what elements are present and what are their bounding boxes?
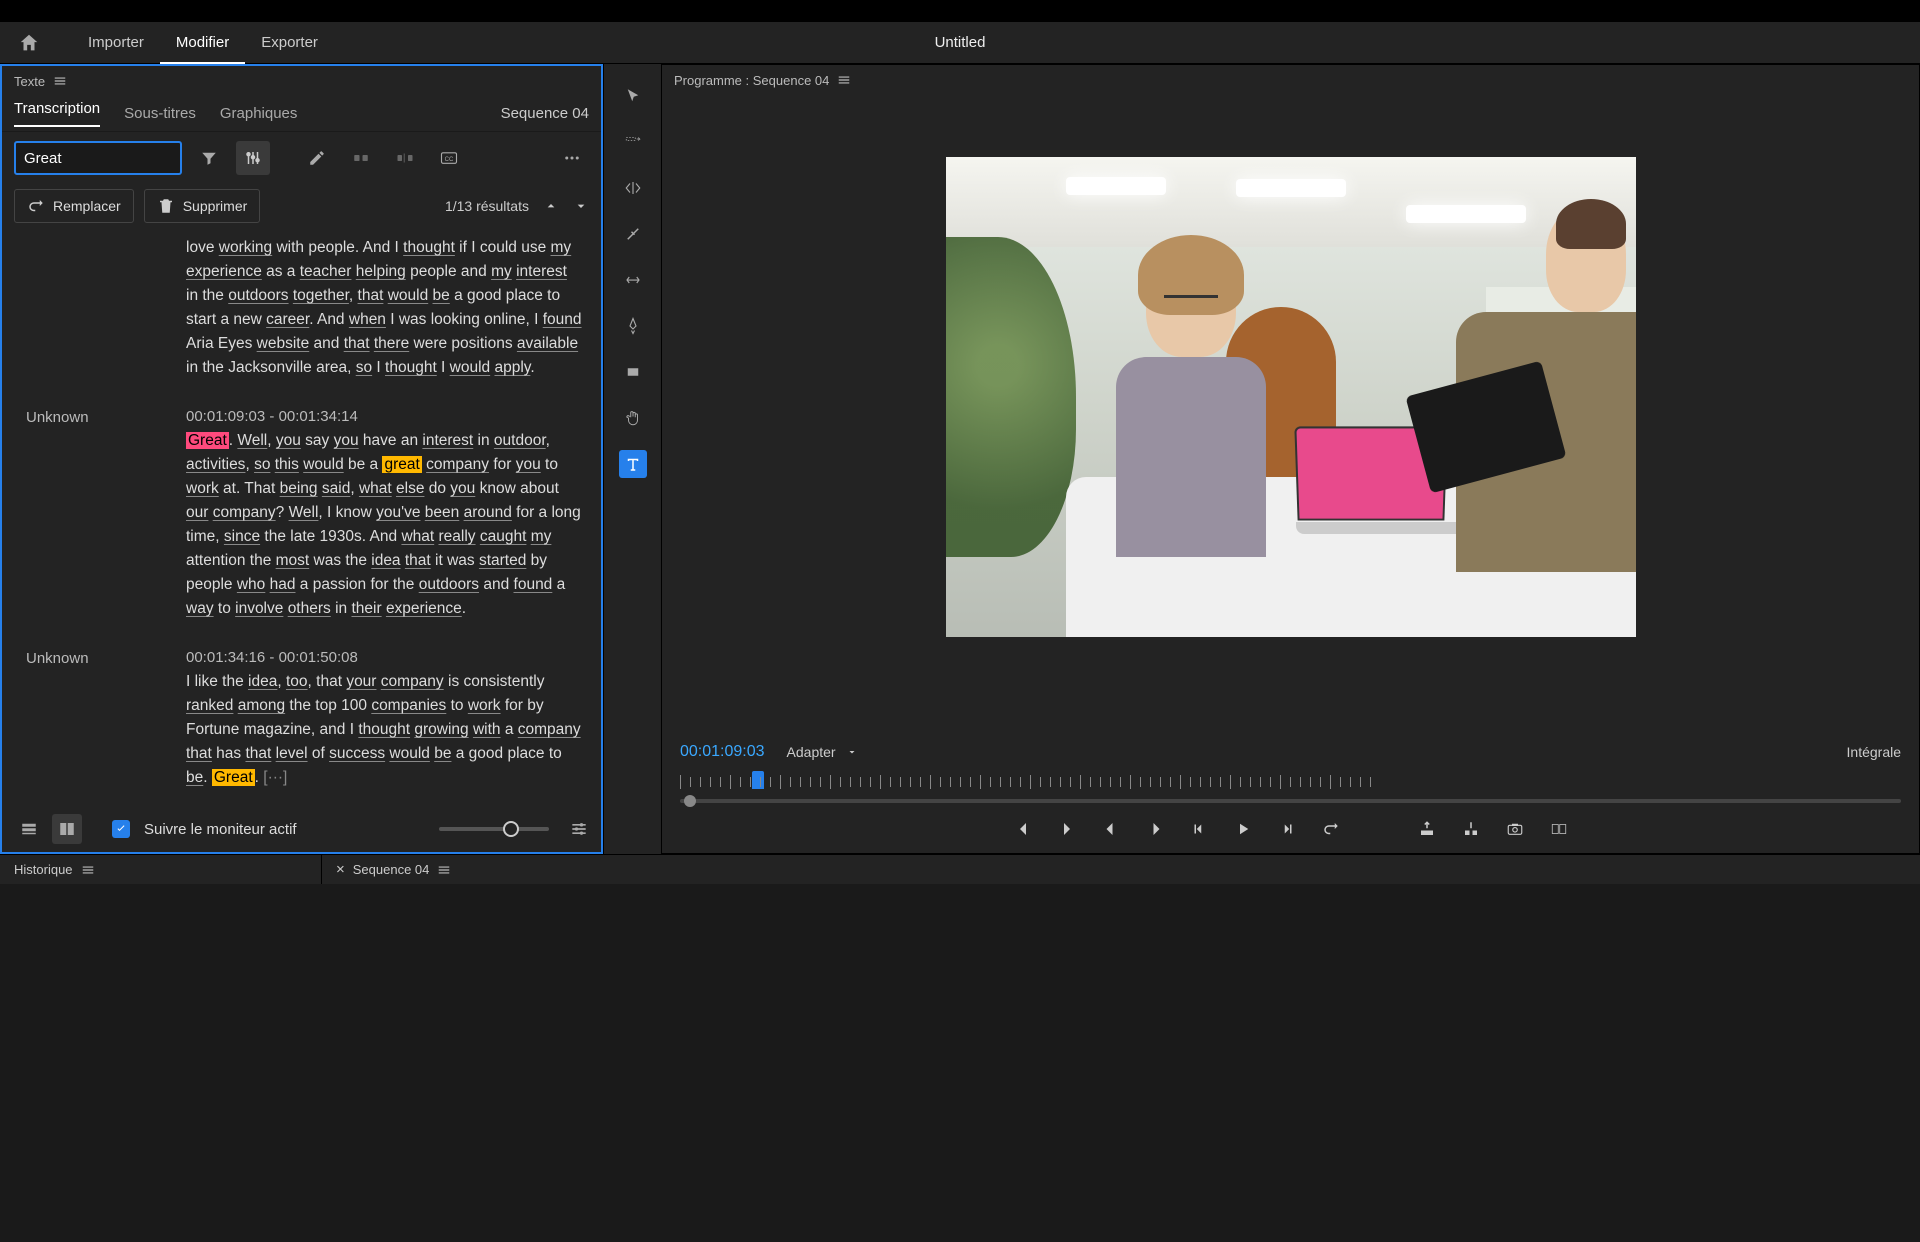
text-panel: Texte Transcription Sous-titres Graphiqu… <box>0 64 603 854</box>
transcript-segment[interactable]: Unknown00:01:34:16 - 00:01:50:08 I like t… <box>26 649 583 790</box>
next-result-icon[interactable] <box>573 198 589 214</box>
settings-button[interactable] <box>236 141 270 175</box>
mode-export[interactable]: Exporter <box>245 22 334 64</box>
go-to-out-button[interactable] <box>1144 818 1166 840</box>
timeline-tab[interactable]: × Sequence 04 <box>322 855 465 884</box>
extract-button[interactable] <box>1460 818 1482 840</box>
comparison-view-button[interactable] <box>1548 818 1570 840</box>
follow-monitor-checkbox[interactable] <box>112 820 130 838</box>
more-button[interactable] <box>555 141 589 175</box>
go-to-in-button[interactable] <box>1100 818 1122 840</box>
svg-text:CC: CC <box>445 157 454 163</box>
loop-button[interactable] <box>1320 818 1342 840</box>
segment-text[interactable]: Great. Well, you say you have an interes… <box>186 429 583 621</box>
view-mode-2[interactable] <box>52 814 82 844</box>
view-mode-1[interactable] <box>14 814 44 844</box>
speaker-label[interactable]: Unknown <box>26 649 186 790</box>
track-select-tool[interactable] <box>619 128 647 156</box>
mark-in-button[interactable] <box>1012 818 1034 840</box>
panel-settings-icon[interactable] <box>569 819 589 839</box>
results-count: 1/13 résultats <box>445 198 529 214</box>
step-forward-button[interactable] <box>1276 818 1298 840</box>
lift-button[interactable] <box>1416 818 1438 840</box>
transcript-segment[interactable]: Unknown00:01:09:03 - 00:01:34:14 Great. W… <box>26 408 583 621</box>
split-button[interactable] <box>388 141 422 175</box>
app-header: Importer Modifier Exporter Untitled <box>0 22 1920 64</box>
replace-button[interactable]: Remplacer <box>14 189 134 223</box>
program-video[interactable] <box>662 95 1919 727</box>
project-title: Untitled <box>935 34 986 51</box>
program-menu-icon[interactable] <box>837 73 851 87</box>
transcript-body[interactable]: love working with people. And I thought … <box>2 228 601 806</box>
razor-tool[interactable] <box>619 220 647 248</box>
speaker-label[interactable] <box>26 236 186 380</box>
type-tool[interactable] <box>619 450 647 478</box>
home-icon[interactable] <box>18 32 40 54</box>
follow-monitor-label: Suivre le moniteur actif <box>144 821 297 838</box>
segment-timecode: 00:01:34:16 - 00:01:50:08 <box>186 649 583 666</box>
program-timecode[interactable]: 00:01:09:03 <box>680 743 765 761</box>
play-button[interactable] <box>1232 818 1254 840</box>
merge-button[interactable] <box>344 141 378 175</box>
edit-button[interactable] <box>300 141 334 175</box>
segment-text[interactable]: I like the idea, too, that your company … <box>186 670 583 790</box>
text-panel-title: Texte <box>14 74 45 89</box>
history-panel-tab[interactable]: Historique <box>0 855 322 884</box>
mark-out-button[interactable] <box>1056 818 1078 840</box>
close-icon[interactable]: × <box>336 861 345 878</box>
hand-tool[interactable] <box>619 404 647 432</box>
tab-subtitles[interactable]: Sous-titres <box>124 105 196 122</box>
program-title: Programme : Sequence 04 <box>674 73 829 88</box>
text-zoom-slider[interactable] <box>439 827 549 831</box>
sequence-label: Sequence 04 <box>501 105 589 122</box>
program-ruler[interactable] <box>680 771 1901 793</box>
tool-strip <box>603 64 661 854</box>
mode-import[interactable]: Importer <box>72 22 160 64</box>
pen-tool[interactable] <box>619 312 647 340</box>
zoom-fit-dropdown[interactable]: Adapter <box>787 744 858 760</box>
mode-edit[interactable]: Modifier <box>160 22 245 64</box>
segment-text[interactable]: love working with people. And I thought … <box>186 236 583 380</box>
segment-timecode: 00:01:09:03 - 00:01:34:14 <box>186 408 583 425</box>
speaker-label[interactable]: Unknown <box>26 408 186 621</box>
search-box[interactable] <box>14 141 182 175</box>
selection-tool[interactable] <box>619 82 647 110</box>
delete-button[interactable]: Supprimer <box>144 189 261 223</box>
transcript-segment[interactable]: love working with people. And I thought … <box>26 236 583 380</box>
program-scrubber[interactable] <box>680 793 1901 809</box>
rectangle-tool[interactable] <box>619 358 647 386</box>
tab-transcription[interactable]: Transcription <box>14 100 100 127</box>
export-frame-button[interactable] <box>1504 818 1526 840</box>
resolution-dropdown[interactable]: Intégrale <box>1847 744 1901 760</box>
slip-tool[interactable] <box>619 266 647 294</box>
prev-result-icon[interactable] <box>543 198 559 214</box>
tab-graphics[interactable]: Graphiques <box>220 105 298 122</box>
panel-menu-icon[interactable] <box>53 74 67 88</box>
cc-button[interactable]: CC <box>432 141 466 175</box>
step-back-button[interactable] <box>1188 818 1210 840</box>
program-panel: Programme : Sequence 04 <box>661 64 1920 854</box>
filter-button[interactable] <box>192 141 226 175</box>
ripple-tool[interactable] <box>619 174 647 202</box>
